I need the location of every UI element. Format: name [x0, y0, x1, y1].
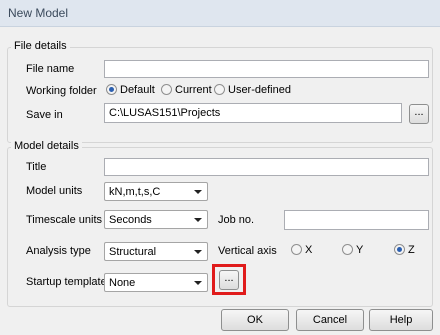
title-input[interactable] — [104, 158, 429, 176]
radio-icon — [291, 244, 302, 255]
analysis-type-dropdown[interactable]: Structural — [104, 242, 208, 261]
window-title: New Model — [8, 6, 69, 20]
vertical-axis-label: Vertical axis — [218, 245, 277, 257]
radio-label: Current — [175, 84, 212, 96]
chevron-down-icon — [194, 190, 202, 194]
radio-label: Y — [356, 244, 364, 256]
job-no-input[interactable] — [284, 210, 429, 230]
working-folder-default-radio[interactable]: Default — [106, 84, 155, 96]
radio-label: Z — [408, 244, 415, 256]
working-folder-label: Working folder — [26, 85, 97, 97]
radio-label: Default — [120, 84, 155, 96]
timescale-units-value: Seconds — [109, 214, 152, 226]
startup-template-label: Startup template — [26, 276, 107, 288]
model-units-label: Model units — [26, 185, 83, 197]
working-folder-user-defined-radio[interactable]: User-defined — [214, 84, 291, 96]
save-in-label: Save in — [26, 109, 63, 121]
radio-icon — [161, 84, 172, 95]
file-name-label: File name — [26, 63, 75, 75]
radio-label: User-defined — [228, 84, 291, 96]
model-details-legend: Model details — [11, 140, 82, 152]
ok-button[interactable]: OK — [221, 309, 289, 331]
radio-icon — [214, 84, 225, 95]
timescale-units-dropdown[interactable]: Seconds — [104, 210, 208, 229]
chevron-down-icon — [194, 281, 202, 285]
working-folder-current-radio[interactable]: Current — [161, 84, 212, 96]
vertical-axis-x-radio[interactable]: X — [291, 244, 312, 256]
help-button[interactable]: Help — [369, 309, 433, 331]
title-bar: New Model — [0, 0, 440, 27]
model-units-value: kN,m,t,s,C — [109, 186, 161, 198]
model-units-dropdown[interactable]: kN,m,t,s,C — [104, 182, 208, 201]
startup-template-dropdown[interactable]: None — [104, 273, 208, 292]
analysis-type-label: Analysis type — [26, 245, 91, 257]
radio-selected-icon — [394, 244, 405, 255]
save-in-input[interactable]: C:\LUSAS151\Projects — [104, 103, 402, 123]
vertical-axis-y-radio[interactable]: Y — [342, 244, 363, 256]
title-label: Title — [26, 161, 47, 173]
analysis-type-value: Structural — [109, 246, 157, 258]
chevron-down-icon — [194, 250, 202, 254]
radio-icon — [342, 244, 353, 255]
timescale-units-label: Timescale units — [26, 214, 103, 226]
save-in-browse-button[interactable]: ... — [409, 104, 429, 124]
startup-template-value: None — [109, 277, 136, 289]
radio-label: X — [305, 244, 313, 256]
radio-selected-icon — [106, 84, 117, 95]
startup-template-browse-button[interactable]: ... — [219, 270, 239, 290]
dialog-client: File details File name Working folder De… — [0, 27, 440, 335]
file-name-input[interactable] — [104, 60, 429, 78]
chevron-down-icon — [194, 218, 202, 222]
job-no-label: Job no. — [218, 214, 255, 226]
file-details-legend: File details — [11, 40, 70, 52]
vertical-axis-z-radio[interactable]: Z — [394, 244, 415, 256]
cancel-button[interactable]: Cancel — [296, 309, 364, 331]
